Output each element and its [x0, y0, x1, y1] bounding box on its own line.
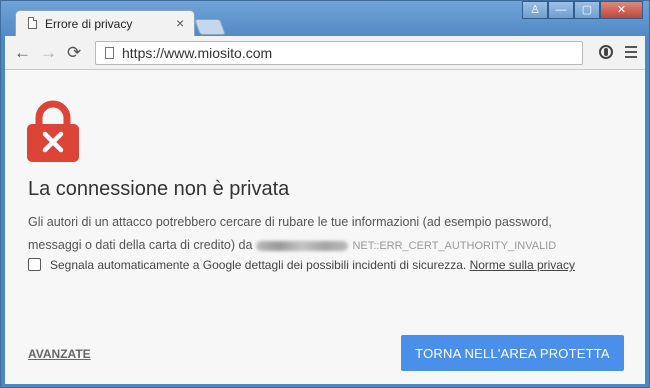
advanced-link[interactable]: AVANZATE	[28, 347, 91, 361]
browser-toolbar: ← → ⟳ https://www.miosito.com	[5, 36, 645, 70]
minimize-button[interactable]: —	[548, 1, 574, 19]
report-option: Segnala automaticamente a Google dettagl…	[28, 258, 628, 278]
reload-icon[interactable]: ⟳	[67, 44, 81, 62]
window-controls: ♙ — ▢ ✕	[522, 1, 643, 19]
back-to-safety-button[interactable]: TORNA NELL'AREA PROTETTA	[401, 335, 624, 371]
report-label-text: Segnala automaticamente a Google dettagl…	[50, 258, 467, 272]
redacted-domain	[256, 240, 349, 251]
tab-title: Errore di privacy	[45, 17, 133, 31]
opera-extension-icon[interactable]	[599, 45, 613, 59]
warning-text: Gli autori di un attacco potrebbero cerc…	[28, 211, 598, 258]
back-icon[interactable]: ←	[14, 44, 31, 62]
menu-icon[interactable]	[625, 46, 637, 61]
page-icon	[28, 17, 37, 29]
report-checkbox[interactable]	[28, 258, 41, 271]
url-text: https://www.miosito.com	[122, 45, 273, 61]
interstitial-page: La connessione non è privata Gli autori …	[5, 70, 645, 384]
close-window-button[interactable]: ✕	[600, 1, 643, 19]
browser-window: Errore di privacy × ♙ — ▢ ✕ ← → ⟳ https:…	[0, 0, 650, 388]
new-tab-button[interactable]	[194, 19, 226, 35]
browser-tab[interactable]: Errore di privacy ×	[15, 10, 195, 36]
forward-icon[interactable]: →	[40, 44, 57, 62]
report-label: Segnala automaticamente a Google dettagl…	[50, 258, 575, 272]
page-icon	[105, 47, 114, 59]
maximize-button[interactable]: ▢	[574, 1, 600, 19]
error-code: NET::ERR_CERT_AUTHORITY_INVALID	[352, 240, 557, 252]
user-icon[interactable]: ♙	[522, 1, 548, 19]
lock-error-icon	[27, 100, 79, 162]
privacy-policy-link[interactable]: Norme sulla privacy	[470, 258, 575, 272]
address-bar[interactable]: https://www.miosito.com	[95, 41, 583, 65]
close-tab-icon[interactable]: ×	[176, 15, 184, 31]
page-title: La connessione non è privata	[28, 178, 290, 200]
